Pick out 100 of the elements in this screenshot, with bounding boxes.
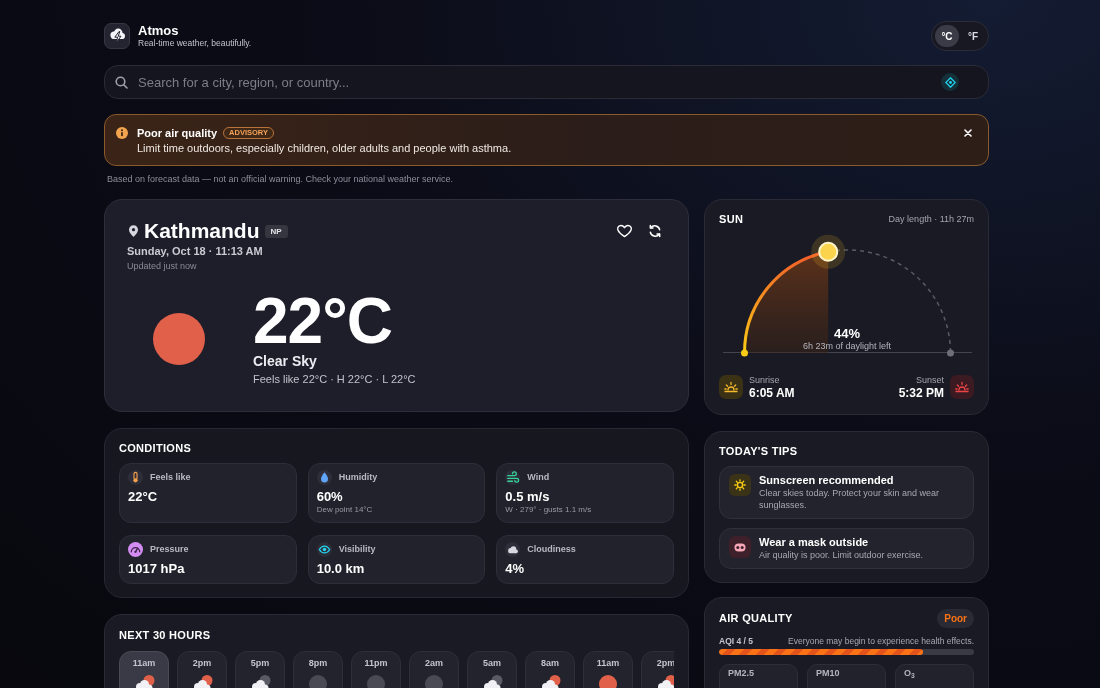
section-title: CONDITIONS [119,442,193,455]
sunrise-label: Sunrise [749,374,781,386]
map-pin-icon [129,225,138,237]
alert-title: Poor air quality [137,125,218,141]
unit-option[interactable]: °F [961,25,985,47]
tip-title: Sunscreen recommended [759,474,895,487]
sunrise-time: 6:05 AM [749,385,795,400]
current-temperature: 22°C [253,289,393,353]
hour-label: 2am [425,658,443,669]
day-length: Day length · 11h 27m [888,213,974,226]
hour-tile[interactable]: 2am [409,651,459,688]
favorite-button[interactable] [617,224,632,238]
city-name: Kathmandu [144,219,260,243]
hour-tile[interactable]: 11am [119,651,169,688]
cloud-sun-icon [539,675,561,688]
aqi-index: AQI 4 / 5 [719,635,753,647]
condition-value: 4% [505,561,526,576]
cloud-sun-icon [191,675,213,688]
pollutant-label: PM10 [816,668,841,678]
app-tagline: Real-time weather, beautifully. [138,38,252,49]
sunrise-icon [719,375,743,399]
hour-label: 11pm [364,658,388,669]
eye-icon [316,542,332,557]
updated-text: Updated just now [127,260,198,272]
sun-icon [153,313,205,365]
hour-label: 5pm [250,658,270,669]
hour-label: 11am [596,658,620,669]
cloud-sun-icon [133,675,155,688]
condition-value: 22°C [128,489,159,504]
condition-value: 10.0 km [316,561,366,576]
cloud-lightning-icon [104,23,130,49]
condition-value: 1017 hPa [128,561,186,576]
moon-icon [365,675,387,688]
thermometer-icon [128,470,143,485]
daylight-percent: 44% [834,325,860,341]
sun-icon [810,234,845,269]
hour-tile[interactable]: 11pm [351,651,401,688]
search-field[interactable]: Search for a city, region, or country... [104,65,989,99]
condition-detail: W · 279° · gusts 1.1 m/s [505,505,593,515]
tip-title: Wear a mask outside [759,536,870,549]
diamond-target-icon [944,76,956,88]
aqi-message: Everyone may begin to experience health effects. [788,635,974,647]
hour-label: 2pm [656,658,674,669]
tip-text: Clear skies today. Protect your skin and wear sunglasses. [759,487,940,511]
moon-icon [307,675,329,688]
hour-tile[interactable]: 5am [467,651,517,688]
condition-label: Feels like [150,472,191,483]
app-name: Atmos [138,23,180,38]
aqi-rating-tag: Poor [937,608,974,628]
cloud-icon [505,542,521,557]
refresh-button[interactable] [648,224,662,238]
sun-icon [597,675,619,688]
alert-message: Limit time outdoors, especially children, older adults and people with asthma. [137,141,513,155]
hour-tile[interactable]: 8pm [293,651,343,688]
condition-label: Humidity [338,472,378,483]
heart-icon [617,224,632,238]
section-title: SUN [719,213,744,227]
sunset-icon [950,375,974,399]
hour-label: 2pm [192,658,212,669]
info-icon [116,127,128,139]
condition-label: Pressure [150,544,189,555]
refresh-icon [648,224,662,238]
condition-label: Visibility [338,544,376,555]
hour-label: 8pm [308,658,328,669]
hour-label: 8am [541,658,559,669]
country-code: NP [264,224,288,238]
hour-tile[interactable]: 8am [525,651,575,688]
hour-tile[interactable]: 2pm [177,651,227,688]
droplet-icon [316,470,332,485]
gauge-icon [128,542,143,557]
pollutant-label: O$_{3}$ [904,668,916,678]
hour-tile[interactable]: 5pm [235,651,285,688]
temperature-details: Feels like 22°C · H 22°C · L 22°C [253,372,416,386]
hour-label: 5am [483,658,501,669]
cloud-moon-icon [481,675,503,688]
section-title: AIR QUALITY [719,611,793,625]
sunset-time: 5:32 PM [898,385,944,400]
condition-label: Cloudiness [527,544,576,555]
condition-value: 0.5 m/s [505,489,551,504]
sun-icon [729,474,751,496]
sunset-label: Sunset [915,374,944,386]
close-icon [964,129,972,137]
cloud-moon-icon [249,675,271,688]
close-button[interactable] [962,127,974,139]
hour-tile[interactable]: 11am [583,651,633,688]
moon-icon [423,675,445,688]
section-title: TODAY'S TIPS [719,445,799,458]
hour-tile[interactable]: 2pm [641,651,674,688]
mask-icon [729,536,751,558]
condition-detail: Dew point 14°C [316,505,374,515]
wind-icon [505,470,521,485]
date-time: Sunday, Oct 18 · 11:13 AM [127,244,264,258]
condition-text: Clear Sky [253,353,318,370]
hour-label: 11am [132,658,156,669]
section-title: NEXT 30 HOURS [119,629,212,642]
search-icon [115,75,128,89]
pollutant-label: PM2.5 [728,668,755,678]
condition-value: 60% [316,489,344,504]
daylight-remaining: 6h 23m of daylight left [802,340,892,352]
unit-option[interactable]: °C [935,25,959,47]
